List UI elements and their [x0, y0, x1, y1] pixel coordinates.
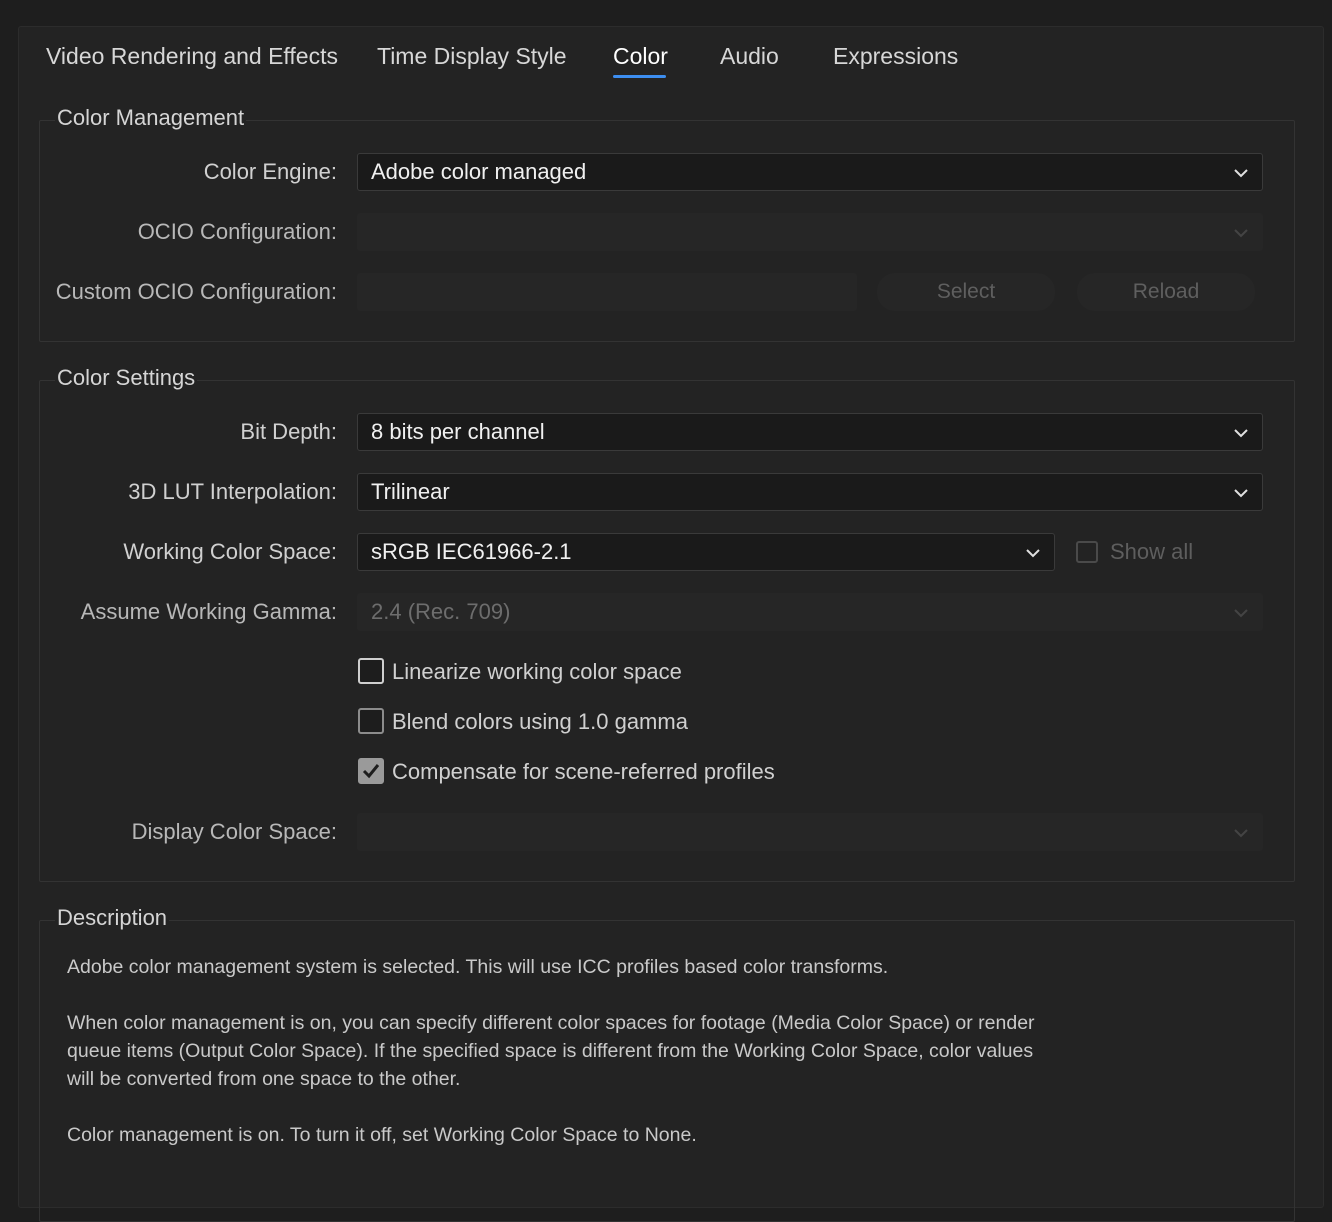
blend-gamma-checkbox[interactable]	[358, 708, 384, 734]
color-engine-value: Adobe color managed	[371, 159, 587, 184]
color-settings-group	[39, 380, 1295, 882]
blend-gamma-label: Blend colors using 1.0 gamma	[392, 709, 688, 734]
chevron-down-icon	[1232, 164, 1250, 182]
tab-audio[interactable]: Audio	[720, 41, 779, 71]
ocio-config-select[interactable]	[357, 213, 1263, 251]
description-para2-line3: will be converted from one space to the …	[67, 1068, 461, 1090]
tab-bar: Video Rendering and Effects Time Display…	[19, 27, 1323, 107]
description-para2-line2: queue items (Output Color Space). If the…	[67, 1040, 1034, 1062]
chevron-down-icon	[1232, 824, 1250, 842]
color-settings-title: Color Settings	[55, 364, 198, 392]
linearize-label: Linearize working color space	[392, 659, 682, 684]
custom-ocio-label: Custom OCIO Configuration:	[55, 279, 337, 304]
custom-ocio-field[interactable]	[357, 273, 857, 311]
description-title: Description	[55, 904, 170, 932]
checkmark-icon	[362, 764, 380, 779]
description-line-1: Adobe color management system is selecte…	[67, 956, 889, 978]
bit-depth-value: 8 bits per channel	[371, 419, 545, 444]
tab-time-display-style[interactable]: Time Display Style	[377, 41, 567, 71]
working-color-space-select[interactable]: sRGB IEC61966-2.1	[357, 533, 1055, 571]
chevron-down-icon	[1232, 424, 1250, 442]
tab-color[interactable]: Color	[613, 41, 668, 71]
description-para2-line1: When color management is on, you can spe…	[67, 1012, 1035, 1034]
working-color-space-value: sRGB IEC61966-2.1	[371, 539, 572, 564]
compensate-checkbox[interactable]	[358, 758, 384, 784]
show-all-label: Show all	[1110, 539, 1194, 564]
reload-button[interactable]: Reload	[1077, 273, 1255, 311]
color-engine-label: Color Engine:	[203, 159, 337, 184]
linearize-checkbox[interactable]	[358, 658, 384, 684]
compensate-label: Compensate for scene-referred profiles	[392, 759, 775, 784]
lut-interpolation-value: Trilinear	[371, 479, 450, 504]
ocio-config-label: OCIO Configuration:	[137, 219, 337, 244]
display-color-space-label: Display Color Space:	[131, 819, 337, 844]
color-engine-select[interactable]: Adobe color managed	[357, 153, 1263, 191]
bit-depth-select[interactable]: 8 bits per channel	[357, 413, 1263, 451]
chevron-down-icon	[1232, 224, 1250, 242]
assume-working-gamma-select[interactable]: 2.4 (Rec. 709)	[357, 593, 1263, 631]
select-button[interactable]: Select	[877, 273, 1055, 311]
display-color-space-select[interactable]	[357, 813, 1263, 851]
chevron-down-icon	[1024, 544, 1042, 562]
chevron-down-icon	[1232, 604, 1250, 622]
active-tab-indicator	[613, 75, 666, 78]
assume-working-gamma-value: 2.4 (Rec. 709)	[371, 599, 511, 624]
tab-expressions[interactable]: Expressions	[833, 41, 958, 71]
lut-interpolation-label: 3D LUT Interpolation:	[128, 479, 337, 504]
description-line-3: Color management is on. To turn it off, …	[67, 1124, 697, 1146]
show-all-checkbox[interactable]	[1076, 541, 1098, 563]
color-management-title: Color Management	[55, 104, 247, 132]
working-color-space-label: Working Color Space:	[123, 539, 337, 564]
chevron-down-icon	[1232, 484, 1250, 502]
assume-working-gamma-label: Assume Working Gamma:	[80, 599, 337, 624]
bit-depth-label: Bit Depth:	[240, 419, 337, 444]
preferences-panel: Video Rendering and Effects Time Display…	[18, 26, 1324, 1222]
tab-video-rendering[interactable]: Video Rendering and Effects	[46, 41, 338, 71]
lut-interpolation-select[interactable]: Trilinear	[357, 473, 1263, 511]
